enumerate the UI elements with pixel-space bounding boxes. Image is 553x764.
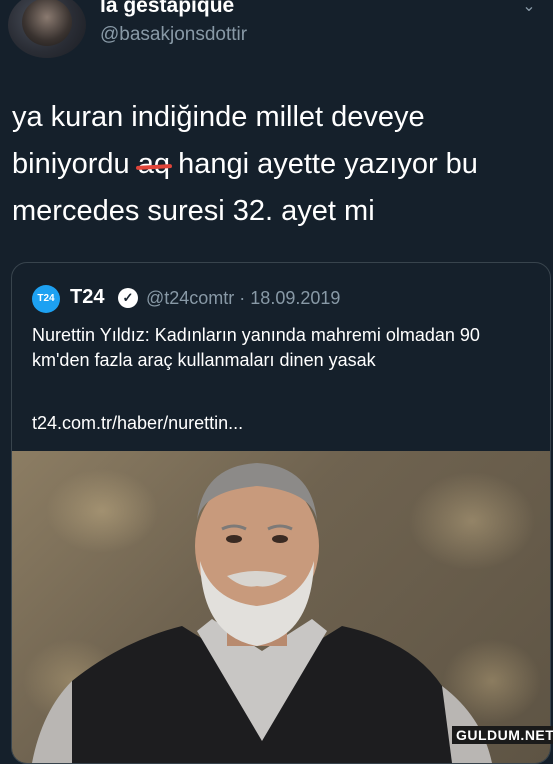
scribbled-word: aq (138, 141, 170, 188)
quoted-tweet-image[interactable] (12, 451, 550, 763)
user-handle[interactable]: @basakjonsdottir (100, 24, 247, 46)
portrait-illustration (32, 463, 492, 763)
quoted-display-name[interactable]: T24 (70, 286, 104, 309)
t24-logo[interactable]: T24 (32, 285, 60, 313)
display-name[interactable]: la géstapique (100, 0, 234, 18)
tweet-header: la géstapique @basakjonsdottir ⌄ (0, 0, 553, 70)
quoted-tweet-header: T24 T24 ✓ @t24comtr · 18.09.2019 (32, 285, 532, 313)
verified-badge-icon: ✓ (118, 288, 138, 308)
chevron-down-icon[interactable]: ⌄ (520, 0, 538, 16)
quoted-tweet-link[interactable]: t24.com.tr/haber/nurettin... (32, 413, 243, 434)
avatar[interactable] (8, 0, 86, 58)
watermark: GULDUM.NET (452, 726, 553, 744)
tweet-text: ya kuran indiğinde millet deveye biniyor… (12, 94, 542, 235)
quoted-tweet-card[interactable]: T24 T24 ✓ @t24comtr · 18.09.2019 Nuretti… (11, 262, 551, 764)
quoted-handle-date[interactable]: @t24comtr · 18.09.2019 (146, 288, 340, 309)
avatar-photo (22, 0, 72, 46)
quoted-tweet-text: Nurettin Yıldız: Kadınların yanında mahr… (32, 325, 480, 370)
